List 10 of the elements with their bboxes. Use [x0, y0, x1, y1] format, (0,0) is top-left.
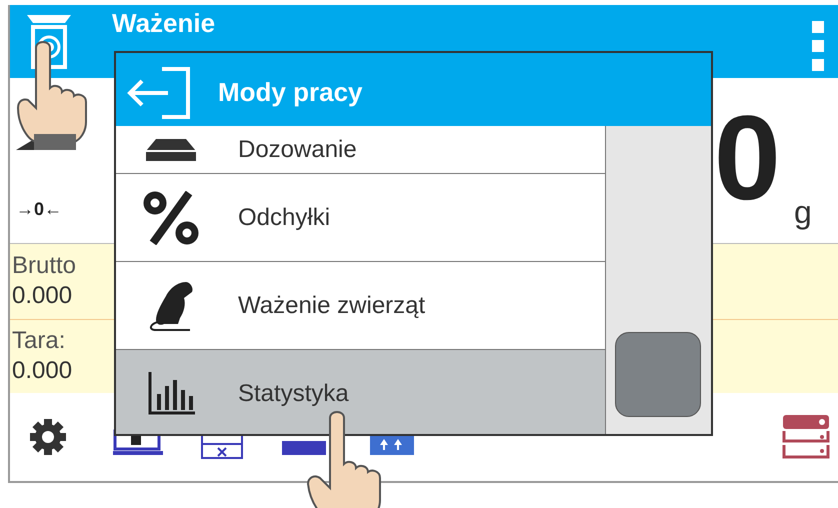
- screen-title: Ważenie: [112, 7, 216, 40]
- zero-indicator: →0←: [16, 198, 62, 221]
- info-value: 0.000: [12, 281, 72, 312]
- menu-item[interactable]: Statystyka: [116, 349, 605, 434]
- info-label: Tara:: [12, 326, 66, 356]
- weight-unit: g: [794, 193, 812, 232]
- info-value: 0.000: [12, 356, 72, 386]
- menu-title: Mody pracy: [218, 76, 362, 109]
- info-label: Brutto: [12, 251, 76, 282]
- weight-value: 0: [714, 98, 781, 218]
